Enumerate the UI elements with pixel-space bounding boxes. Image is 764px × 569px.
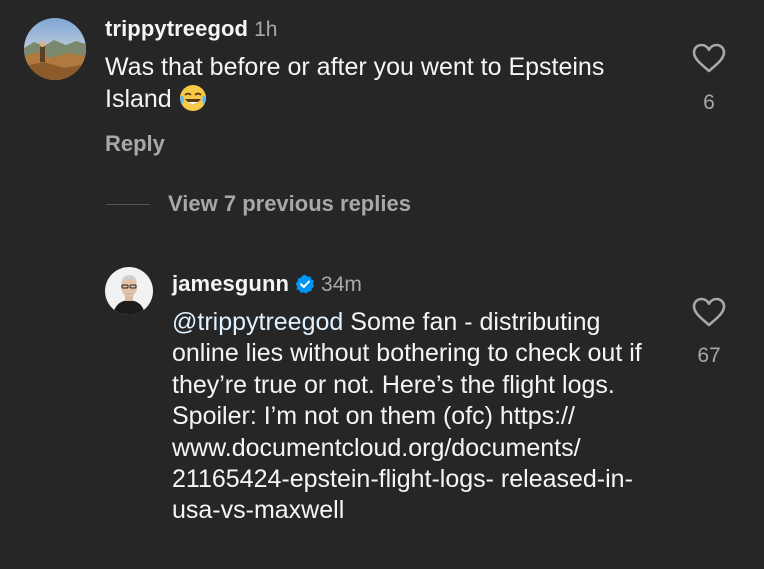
reply-button[interactable]: Reply <box>105 129 165 159</box>
timestamp: 34m <box>321 273 362 296</box>
comment-text: Was that before or after you went to Eps… <box>105 51 635 121</box>
mention-link[interactable]: @trippytreegod <box>172 308 343 336</box>
comment-header: jamesgunn 34m <box>172 269 362 305</box>
avatar[interactable] <box>105 267 153 315</box>
view-previous-replies-button[interactable]: View 7 previous replies <box>168 189 411 219</box>
like-count: 67 <box>697 344 721 367</box>
comment-header: trippytreegod 1h <box>105 14 277 47</box>
avatar-photo-icon <box>24 18 86 80</box>
like-count: 6 <box>703 91 715 114</box>
heart-outline-icon[interactable] <box>691 42 727 79</box>
comment-text: @trippytreegod Some fan - distributing o… <box>172 307 652 527</box>
comment-body: Some fan - distributing online lies with… <box>172 308 642 525</box>
verified-badge-icon <box>295 274 315 305</box>
avatar-photo-icon <box>105 267 153 315</box>
avatar[interactable] <box>24 18 86 80</box>
timestamp: 1h <box>254 18 278 41</box>
username[interactable]: jamesgunn <box>172 271 289 296</box>
divider <box>106 204 150 205</box>
heart-outline-icon[interactable] <box>691 296 727 333</box>
username[interactable]: trippytreegod <box>105 16 248 41</box>
face-with-tears-of-joy-icon <box>178 83 208 121</box>
